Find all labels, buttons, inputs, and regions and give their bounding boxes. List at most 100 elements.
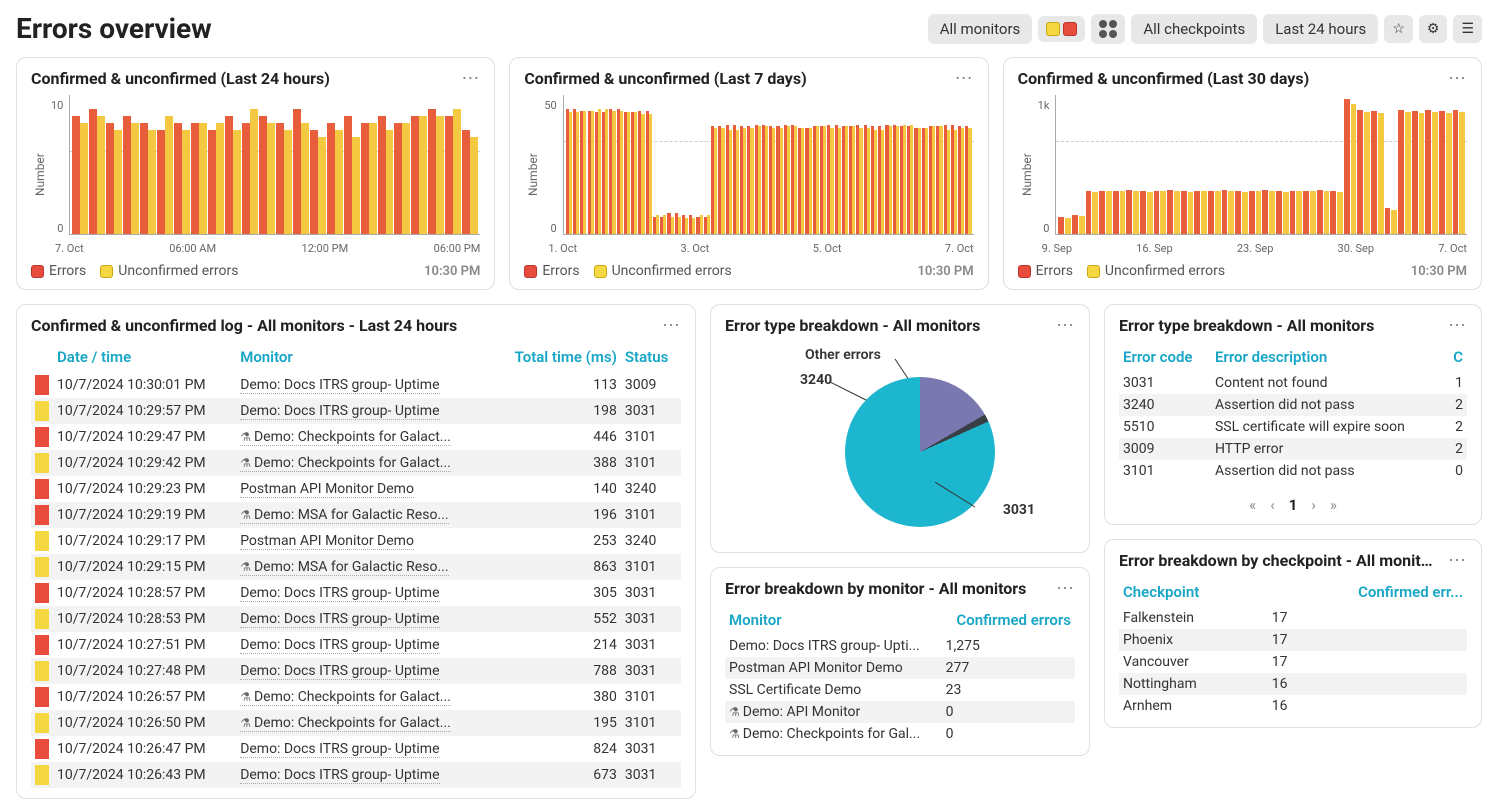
col-monitor[interactable]: Monitor — [725, 605, 942, 635]
col-datetime[interactable]: Date / time — [53, 342, 236, 372]
table-row[interactable]: Postman API Monitor Demo277 — [725, 657, 1075, 679]
legend-errors[interactable]: Errors — [31, 263, 86, 279]
table-row[interactable]: 10/7/2024 10:28:57 PM Demo: Docs ITRS gr… — [31, 580, 681, 606]
cell-total-time: 113 — [492, 372, 621, 398]
card-menu-button[interactable]: ⋯ — [662, 315, 681, 336]
table-row[interactable]: 10/7/2024 10:29:57 PM Demo: Docs ITRS gr… — [31, 398, 681, 424]
cell-total-time: 198 — [492, 398, 621, 424]
table-row[interactable]: 10/7/2024 10:29:15 PM ⚗Demo: MSA for Gal… — [31, 554, 681, 580]
card-menu-button[interactable]: ⋯ — [1056, 315, 1075, 336]
cell-datetime: 10/7/2024 10:29:47 PM — [53, 424, 236, 450]
pager-prev[interactable]: ‹ — [1270, 496, 1275, 514]
filter-last-24-hours[interactable]: Last 24 hours — [1263, 14, 1378, 44]
legend-errors[interactable]: Errors — [524, 263, 579, 279]
col-status[interactable]: Status — [621, 342, 681, 372]
table-row[interactable]: Vancouver17 — [1119, 651, 1467, 673]
card-menu-button[interactable]: ⋯ — [1448, 550, 1467, 571]
cell-count: 0 — [942, 701, 1075, 723]
table-row[interactable]: 10/7/2024 10:26:57 PM ⚗Demo: Checkpoints… — [31, 684, 681, 710]
table-row[interactable]: 5510SSL certificate will expire soon2 — [1119, 416, 1467, 438]
card-menu-button[interactable]: ⋯ — [1448, 315, 1467, 336]
settings-button[interactable]: ⚙ — [1419, 15, 1448, 43]
col-confirmed-errors[interactable]: Confirmed errors — [942, 605, 1075, 635]
status-indicator — [31, 476, 53, 502]
pager-first[interactable]: « — [1249, 496, 1256, 514]
card-menu-button[interactable]: ⋯ — [1056, 578, 1075, 599]
status-indicator — [31, 372, 53, 398]
col-error-desc[interactable]: Error description — [1211, 342, 1446, 372]
table-row[interactable]: 3101Assertion did not pass0 — [1119, 460, 1467, 482]
legend-unconfirmed[interactable]: Unconfirmed errors — [100, 263, 238, 279]
cell-monitor: Demo: Docs ITRS group- Uptime — [236, 632, 492, 658]
cell-monitor: ⚗Demo: Checkpoints for Galact... — [236, 424, 492, 450]
table-row[interactable]: 10/7/2024 10:29:19 PM ⚗Demo: MSA for Gal… — [31, 502, 681, 528]
card-menu-button[interactable]: ⋯ — [461, 68, 480, 89]
cell-monitor: SSL Certificate Demo — [725, 679, 942, 701]
y-axis-ticks: 100 — [49, 95, 69, 255]
cell-monitor: Demo: Docs ITRS group- Uptime — [236, 762, 492, 788]
cell-datetime: 10/7/2024 10:29:19 PM — [53, 502, 236, 528]
cell-total-time: 552 — [492, 606, 621, 632]
filter-all-monitors[interactable]: All monitors — [928, 14, 1033, 44]
col-total-time[interactable]: Total time (ms) — [492, 342, 621, 372]
card-timestamp: 10:30 PM — [424, 264, 480, 279]
table-row[interactable]: 3009HTTP error2 — [1119, 438, 1467, 460]
col-error-code[interactable]: Error code — [1119, 342, 1211, 372]
card-menu-button[interactable]: ⋯ — [955, 68, 974, 89]
legend-unconfirmed[interactable]: Unconfirmed errors — [1087, 263, 1225, 279]
pager-next[interactable]: › — [1311, 496, 1316, 514]
legend-errors[interactable]: Errors — [1018, 263, 1073, 279]
chart-7d[interactable]: Number 500 1. Oct3. Oct 5. Oct7. Oct — [524, 95, 973, 255]
cell-datetime: 10/7/2024 10:30:01 PM — [53, 372, 236, 398]
table-row[interactable]: SSL Certificate Demo23 — [725, 679, 1075, 701]
legend-unconfirmed[interactable]: Unconfirmed errors — [594, 263, 732, 279]
filter-status-colors[interactable] — [1038, 16, 1085, 42]
cell-datetime: 10/7/2024 10:28:57 PM — [53, 580, 236, 606]
table-row[interactable]: 10/7/2024 10:30:01 PM Demo: Docs ITRS gr… — [31, 372, 681, 398]
table-row[interactable]: ⚗Demo: API Monitor0 — [725, 701, 1075, 723]
status-indicator — [31, 684, 53, 710]
table-row[interactable]: 10/7/2024 10:26:43 PM Demo: Docs ITRS gr… — [31, 762, 681, 788]
table-row[interactable]: 10/7/2024 10:29:47 PM ⚗Demo: Checkpoints… — [31, 424, 681, 450]
table-row[interactable]: 10/7/2024 10:29:17 PM Postman API Monito… — [31, 528, 681, 554]
chart-24h[interactable]: Number 100 7. Oct06:00 AM 12:00 PM06:00 … — [31, 95, 480, 255]
cell-status: 3031 — [621, 658, 681, 684]
table-row[interactable]: Phoenix17 — [1119, 629, 1467, 651]
table-row[interactable]: ⚗Demo: Checkpoints for Gal...0 — [725, 723, 1075, 745]
col-checkpoint[interactable]: Checkpoint — [1119, 577, 1268, 607]
table-row[interactable]: 10/7/2024 10:26:47 PM Demo: Docs ITRS gr… — [31, 736, 681, 762]
table-row[interactable]: Nottingham16 — [1119, 673, 1467, 695]
col-confirmed-errors[interactable]: Confirmed err... — [1268, 577, 1467, 607]
table-row[interactable]: Demo: Docs ITRS group- Upti...1,275 — [725, 635, 1075, 657]
col-count[interactable]: C — [1446, 342, 1467, 372]
chart-30d[interactable]: Number 1k0 9. Sep16. Sep 23. Sep30. Sep … — [1018, 95, 1467, 255]
cell-monitor: ⚗Demo: Checkpoints for Galact... — [236, 450, 492, 476]
menu-button[interactable]: ☰ — [1453, 15, 1482, 43]
card-menu-button[interactable]: ⋯ — [1448, 68, 1467, 89]
table-row[interactable]: Falkenstein17 — [1119, 607, 1467, 629]
cell-count: 23 — [942, 679, 1075, 701]
cell-status: 3031 — [621, 762, 681, 788]
table-row[interactable]: 10/7/2024 10:27:48 PM Demo: Docs ITRS gr… — [31, 658, 681, 684]
cell-checkpoint: Nottingham — [1119, 673, 1268, 695]
cell-monitor: ⚗Demo: MSA for Galactic Reso... — [236, 554, 492, 580]
pager-last[interactable]: » — [1330, 496, 1337, 514]
table-row[interactable]: 10/7/2024 10:28:53 PM Demo: Docs ITRS gr… — [31, 606, 681, 632]
table-row[interactable]: 10/7/2024 10:29:42 PM ⚗Demo: Checkpoints… — [31, 450, 681, 476]
cell-code: 3031 — [1119, 372, 1211, 394]
table-row[interactable]: 10/7/2024 10:29:23 PM Postman API Monito… — [31, 476, 681, 502]
col-monitor[interactable]: Monitor — [236, 342, 492, 372]
flask-icon: ⚗ — [729, 705, 740, 719]
favorite-button[interactable]: ☆ — [1384, 15, 1413, 43]
pie-chart[interactable]: Other errors 3240 3031 — [725, 342, 1075, 542]
table-row[interactable]: 3240Assertion did not pass2 — [1119, 394, 1467, 416]
filter-all-checkpoints[interactable]: All checkpoints — [1131, 14, 1257, 44]
card-confirmed-24h: Confirmed & unconfirmed (Last 24 hours) … — [16, 57, 495, 290]
cell-total-time: 305 — [492, 580, 621, 606]
table-row[interactable]: Arnhem16 — [1119, 695, 1467, 717]
table-row[interactable]: 10/7/2024 10:27:51 PM Demo: Docs ITRS gr… — [31, 632, 681, 658]
y-axis-ticks: 1k0 — [1036, 95, 1056, 255]
table-row[interactable]: 3031Content not found1 — [1119, 372, 1467, 394]
table-row[interactable]: 10/7/2024 10:26:50 PM ⚗Demo: Checkpoints… — [31, 710, 681, 736]
filter-view-grid[interactable] — [1091, 14, 1125, 44]
